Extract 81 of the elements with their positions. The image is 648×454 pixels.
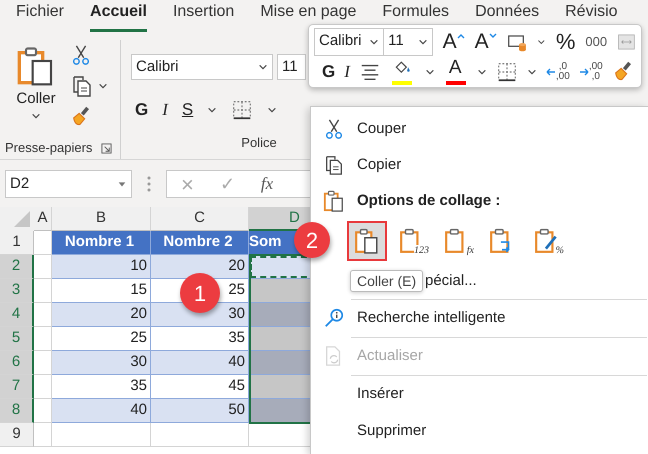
grow-font-button[interactable]: A bbox=[442, 30, 465, 54]
shrink-font-button[interactable]: A bbox=[474, 30, 497, 54]
paste-option-button[interactable] bbox=[347, 221, 387, 261]
borders-icon[interactable] bbox=[496, 60, 518, 82]
scissors-icon[interactable] bbox=[70, 44, 92, 66]
paste-option-button[interactable]: % bbox=[527, 221, 567, 261]
copy-icon bbox=[323, 154, 345, 176]
name-box[interactable]: D2 bbox=[5, 170, 132, 198]
ribbon-tab[interactable]: Accueil bbox=[90, 0, 147, 32]
column-heading: Nombre 2 bbox=[151, 231, 249, 255]
caret-icon[interactable] bbox=[267, 105, 278, 115]
ribbon-tab[interactable]: Données bbox=[475, 0, 540, 21]
caret-icon[interactable] bbox=[98, 81, 108, 91]
bold-button[interactable]: G bbox=[135, 97, 148, 123]
decrease-decimal-button[interactable]: ,00 ,0 bbox=[578, 62, 603, 82]
empty-cell bbox=[34, 327, 52, 351]
row-header[interactable]: 6 bbox=[0, 351, 34, 375]
insert-function-button[interactable]: fx bbox=[260, 171, 274, 197]
ribbon-tab[interactable]: Formules bbox=[382, 0, 450, 21]
paste-option-button[interactable]: fx bbox=[437, 221, 477, 261]
font-select[interactable]: Calibri bbox=[131, 54, 273, 80]
row-header[interactable]: 8 bbox=[0, 399, 34, 423]
column-header[interactable]: B bbox=[52, 207, 151, 231]
scissors-icon bbox=[323, 118, 345, 140]
italic-button[interactable]: I bbox=[162, 97, 168, 123]
chevron-icon bbox=[488, 32, 497, 38]
group-label: Police bbox=[241, 134, 277, 152]
menu-item[interactable]: Supprimer bbox=[311, 413, 647, 449]
font-size-select[interactable]: 11 bbox=[277, 54, 306, 80]
underline-button[interactable]: S bbox=[182, 97, 194, 123]
brush-icon[interactable] bbox=[70, 106, 92, 128]
caret-icon bbox=[258, 62, 268, 72]
table-cell: 20 bbox=[52, 303, 151, 327]
row-header[interactable]: 1 bbox=[0, 231, 34, 255]
font-size-select[interactable]: 11 bbox=[383, 28, 433, 56]
row-header[interactable]: 9 bbox=[0, 423, 34, 447]
table-cell: 30 bbox=[52, 351, 151, 375]
row-header[interactable]: 3 bbox=[0, 279, 34, 303]
row-header[interactable]: 4 bbox=[0, 303, 34, 327]
thousands-button[interactable]: 000 bbox=[585, 32, 608, 52]
borders-icon[interactable] bbox=[231, 99, 254, 121]
table-cell: 40 bbox=[52, 399, 151, 423]
empty-cell bbox=[34, 423, 52, 447]
grip-icon bbox=[146, 175, 152, 193]
menu-item[interactable]: Copier bbox=[311, 147, 647, 183]
row-header[interactable]: 5 bbox=[0, 327, 34, 351]
ribbon-tab[interactable]: Révisio bbox=[565, 0, 618, 21]
column-header[interactable]: A bbox=[34, 207, 52, 231]
row-header[interactable]: 7 bbox=[0, 375, 34, 399]
caret-icon[interactable] bbox=[207, 105, 218, 115]
arrow-icon bbox=[578, 68, 589, 76]
italic-button[interactable]: I bbox=[344, 58, 350, 84]
table-cell: 10 bbox=[52, 255, 151, 279]
tooltip: Coller (E) bbox=[350, 270, 424, 292]
search-icon bbox=[323, 307, 345, 329]
empty-cell bbox=[34, 375, 52, 399]
section-heading: Options de collage : bbox=[357, 190, 500, 211]
group-label: Presse-papiers bbox=[5, 139, 92, 158]
bold-button[interactable]: G bbox=[322, 58, 336, 84]
column-header[interactable]: C bbox=[151, 207, 249, 231]
clipboard-icon bbox=[323, 190, 345, 212]
font-color-button[interactable]: A bbox=[444, 58, 468, 85]
paste-option-button[interactable]: 123 bbox=[392, 221, 432, 261]
ribbon-tab[interactable]: Fichier bbox=[16, 0, 64, 21]
font-select[interactable]: Calibri bbox=[314, 28, 384, 56]
clipboard-icon bbox=[354, 228, 380, 254]
paste-button[interactable]: Coller bbox=[8, 44, 64, 138]
table-cell: 40 bbox=[151, 351, 249, 375]
table-cell: 30 bbox=[151, 303, 249, 327]
dialog-launcher-icon[interactable] bbox=[101, 142, 112, 154]
menu-item[interactable]: Couper bbox=[311, 111, 647, 147]
empty-cell bbox=[34, 279, 52, 303]
percent-button[interactable]: % bbox=[556, 25, 576, 58]
row-header[interactable]: 2 bbox=[0, 255, 34, 279]
column-heading: Nombre 1 bbox=[52, 231, 151, 255]
table-cell: 50 bbox=[151, 399, 249, 423]
ribbon-tab[interactable]: Insertion bbox=[172, 0, 234, 21]
ribbon-tab[interactable]: Mise en page bbox=[260, 0, 356, 21]
increase-decimal-button[interactable]: ,0 ,00 bbox=[546, 62, 570, 82]
arrow-icon bbox=[546, 68, 556, 76]
chevron-icon bbox=[456, 32, 465, 38]
